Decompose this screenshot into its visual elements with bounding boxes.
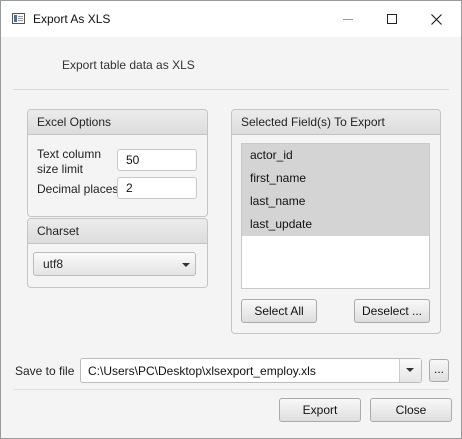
text-limit-label-line2: size limit — [37, 162, 84, 176]
decimal-places-input[interactable]: 2 — [117, 177, 197, 199]
save-path-value: C:\Users\PC\Desktop\xlsexport_employ.xls — [88, 364, 316, 378]
minimize-icon — [343, 18, 353, 20]
save-path-dropdown-button[interactable] — [399, 359, 421, 382]
maximize-button[interactable] — [369, 1, 415, 37]
chevron-down-icon — [182, 263, 190, 267]
dialog-description: Export table data as XLS — [62, 58, 195, 72]
export-button[interactable]: Export — [279, 398, 361, 422]
excel-options-title: Excel Options — [28, 110, 207, 135]
deselect-button[interactable]: Deselect ... — [354, 299, 430, 323]
select-all-button[interactable]: Select All — [241, 299, 317, 323]
text-limit-label-line1: Text column — [37, 147, 102, 161]
text-limit-input[interactable]: 50 — [117, 149, 197, 171]
browse-button[interactable]: ... — [429, 359, 449, 382]
text-limit-label: Text column size limit — [37, 147, 101, 177]
save-to-file-label: Save to file — [15, 364, 75, 378]
charset-title: Charset — [28, 219, 207, 244]
decimal-places-label: Decimal places — [37, 182, 119, 196]
maximize-icon — [387, 14, 397, 24]
list-item[interactable]: last_name — [242, 190, 429, 213]
app-icon — [12, 13, 25, 24]
minimize-button[interactable] — [325, 1, 371, 37]
close-button[interactable]: Close — [370, 398, 452, 422]
export-dialog: Export As XLS Export table data as XLS E… — [0, 0, 462, 439]
save-path-combo[interactable]: C:\Users\PC\Desktop\xlsexport_employ.xls — [80, 358, 422, 383]
fields-title: Selected Field(s) To Export — [232, 110, 440, 135]
footer-divider — [13, 389, 449, 390]
window-title: Export As XLS — [33, 12, 111, 26]
list-item[interactable]: last_update — [242, 213, 429, 236]
charset-value: utf8 — [43, 257, 64, 271]
charset-select[interactable]: utf8 — [33, 252, 196, 276]
list-item[interactable]: first_name — [242, 167, 429, 190]
list-item[interactable]: actor_id — [242, 144, 429, 167]
title-bar: Export As XLS — [1, 1, 461, 37]
chevron-down-icon — [406, 368, 414, 372]
fields-list[interactable]: actor_id first_name last_name last_updat… — [241, 143, 430, 289]
close-window-button[interactable] — [413, 1, 459, 37]
close-icon — [430, 13, 442, 25]
header-divider — [13, 89, 449, 90]
